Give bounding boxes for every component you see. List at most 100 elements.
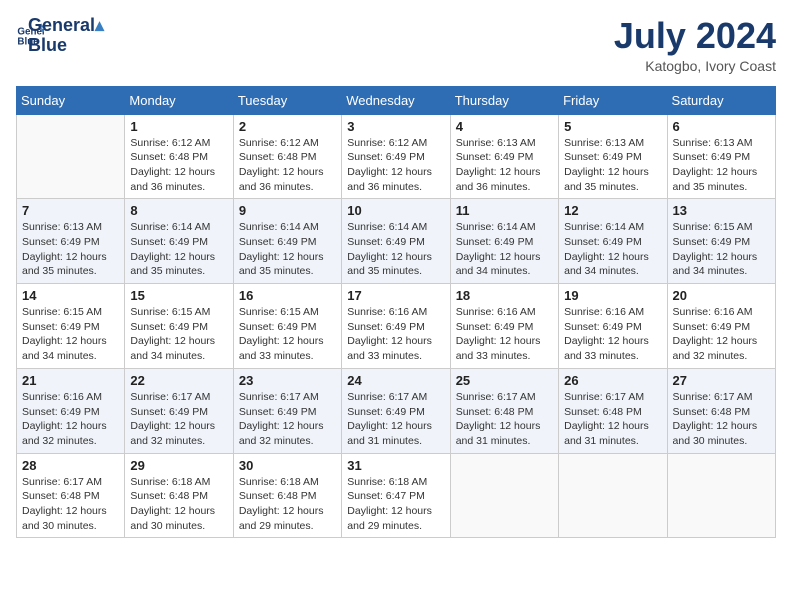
- calendar-cell: [559, 453, 667, 538]
- day-info: Sunrise: 6:15 AMSunset: 6:49 PMDaylight:…: [673, 220, 770, 279]
- calendar-header: SundayMondayTuesdayWednesdayThursdayFrid…: [17, 86, 776, 114]
- calendar-cell: 8 Sunrise: 6:14 AMSunset: 6:49 PMDaylight…: [125, 199, 233, 284]
- weekday-header: Wednesday: [342, 86, 450, 114]
- day-info: Sunrise: 6:16 AMSunset: 6:49 PMDaylight:…: [564, 305, 661, 364]
- calendar-cell: 25 Sunrise: 6:17 AMSunset: 6:48 PMDayligh…: [450, 368, 558, 453]
- calendar-week-row: 28 Sunrise: 6:17 AMSunset: 6:48 PMDayligh…: [17, 453, 776, 538]
- calendar-cell: 30Sunrise: 6:18 AMSunset: 6:48 PMDayligh…: [233, 453, 341, 538]
- day-number: 18: [456, 288, 553, 303]
- day-info: Sunrise: 6:15 AMSunset: 6:49 PMDaylight:…: [22, 305, 119, 364]
- calendar-cell: 14 Sunrise: 6:15 AMSunset: 6:49 PMDayligh…: [17, 284, 125, 369]
- calendar-body: 1 Sunrise: 6:12 AMSunset: 6:48 PMDaylight…: [17, 114, 776, 538]
- month-title: July 2024: [614, 16, 776, 56]
- day-info: Sunrise: 6:12 AMSunset: 6:49 PMDaylight:…: [347, 136, 444, 195]
- day-number: 28: [22, 458, 119, 473]
- day-number: 13: [673, 203, 770, 218]
- calendar-cell: 1Sunrise: 6:12 AMSunset: 6:48 PMDaylight…: [125, 114, 233, 199]
- day-number: 4: [456, 119, 553, 134]
- day-info: Sunrise: 6:16 AMSunset: 6:49 PMDaylight:…: [347, 305, 444, 364]
- day-info: Sunrise: 6:14 AMSunset: 6:49 PMDaylight:…: [130, 220, 227, 279]
- calendar-cell: 26 Sunrise: 6:17 AMSunset: 6:48 PMDayligh…: [559, 368, 667, 453]
- day-number: 23: [239, 373, 336, 388]
- calendar-cell: 28 Sunrise: 6:17 AMSunset: 6:48 PMDayligh…: [17, 453, 125, 538]
- weekday-header: Thursday: [450, 86, 558, 114]
- day-info: Sunrise: 6:17 AMSunset: 6:48 PMDaylight:…: [673, 390, 770, 449]
- day-info: Sunrise: 6:17 AMSunset: 6:49 PMDaylight:…: [239, 390, 336, 449]
- day-info: Sunrise: 6:16 AMSunset: 6:49 PMDaylight:…: [22, 390, 119, 449]
- calendar-cell: 9Sunrise: 6:14 AMSunset: 6:49 PMDaylight…: [233, 199, 341, 284]
- day-number: 5: [564, 119, 661, 134]
- calendar-cell: 18 Sunrise: 6:16 AMSunset: 6:49 PMDayligh…: [450, 284, 558, 369]
- calendar-week-row: 14 Sunrise: 6:15 AMSunset: 6:49 PMDayligh…: [17, 284, 776, 369]
- logo: General Blue General▴Blue: [16, 16, 104, 56]
- day-number: 1: [130, 119, 227, 134]
- day-number: 14: [22, 288, 119, 303]
- day-number: 22: [130, 373, 227, 388]
- day-info: Sunrise: 6:12 AMSunset: 6:48 PMDaylight:…: [239, 136, 336, 195]
- logo-text: General▴Blue: [28, 16, 104, 56]
- calendar-week-row: 1 Sunrise: 6:12 AMSunset: 6:48 PMDaylight…: [17, 114, 776, 199]
- day-number: 16: [239, 288, 336, 303]
- day-number: 8: [130, 203, 227, 218]
- calendar-cell: 5 Sunrise: 6:13 AMSunset: 6:49 PMDaylight…: [559, 114, 667, 199]
- day-number: 9: [239, 203, 336, 218]
- calendar-cell: [667, 453, 775, 538]
- day-info: Sunrise: 6:14 AMSunset: 6:49 PMDaylight:…: [564, 220, 661, 279]
- calendar-table: SundayMondayTuesdayWednesdayThursdayFrid…: [16, 86, 776, 539]
- calendar-cell: 23 Sunrise: 6:17 AMSunset: 6:49 PMDayligh…: [233, 368, 341, 453]
- day-info: Sunrise: 6:18 AMSunset: 6:48 PMDaylight:…: [130, 475, 227, 534]
- day-number: 12: [564, 203, 661, 218]
- calendar-cell: 27 Sunrise: 6:17 AMSunset: 6:48 PMDayligh…: [667, 368, 775, 453]
- calendar-week-row: 7 Sunrise: 6:13 AMSunset: 6:49 PMDaylight…: [17, 199, 776, 284]
- day-number: 3: [347, 119, 444, 134]
- day-number: 7: [22, 203, 119, 218]
- day-number: 29: [130, 458, 227, 473]
- day-number: 27: [673, 373, 770, 388]
- calendar-week-row: 21 Sunrise: 6:16 AMSunset: 6:49 PMDayligh…: [17, 368, 776, 453]
- weekday-header: Tuesday: [233, 86, 341, 114]
- day-number: 11: [456, 203, 553, 218]
- day-info: Sunrise: 6:13 AMSunset: 6:49 PMDaylight:…: [564, 136, 661, 195]
- calendar-cell: 10 Sunrise: 6:14 AMSunset: 6:49 PMDayligh…: [342, 199, 450, 284]
- calendar-cell: 13 Sunrise: 6:15 AMSunset: 6:49 PMDayligh…: [667, 199, 775, 284]
- calendar-cell: 17Sunrise: 6:16 AMSunset: 6:49 PMDayligh…: [342, 284, 450, 369]
- day-number: 24: [347, 373, 444, 388]
- day-number: 15: [130, 288, 227, 303]
- weekday-header: Saturday: [667, 86, 775, 114]
- calendar-cell: 29 Sunrise: 6:18 AMSunset: 6:48 PMDayligh…: [125, 453, 233, 538]
- day-info: Sunrise: 6:16 AMSunset: 6:49 PMDaylight:…: [673, 305, 770, 364]
- calendar-cell: 4Sunrise: 6:13 AMSunset: 6:49 PMDaylight…: [450, 114, 558, 199]
- calendar-cell: [450, 453, 558, 538]
- calendar-cell: 19 Sunrise: 6:16 AMSunset: 6:49 PMDayligh…: [559, 284, 667, 369]
- calendar-cell: 11Sunrise: 6:14 AMSunset: 6:49 PMDayligh…: [450, 199, 558, 284]
- day-info: Sunrise: 6:17 AMSunset: 6:48 PMDaylight:…: [22, 475, 119, 534]
- calendar-cell: 31Sunrise: 6:18 AMSunset: 6:47 PMDayligh…: [342, 453, 450, 538]
- calendar-cell: 6Sunrise: 6:13 AMSunset: 6:49 PMDaylight…: [667, 114, 775, 199]
- day-info: Sunrise: 6:17 AMSunset: 6:48 PMDaylight:…: [456, 390, 553, 449]
- day-number: 19: [564, 288, 661, 303]
- location: Katogbo, Ivory Coast: [614, 58, 776, 74]
- calendar-cell: [17, 114, 125, 199]
- day-info: Sunrise: 6:13 AMSunset: 6:49 PMDaylight:…: [673, 136, 770, 195]
- day-info: Sunrise: 6:17 AMSunset: 6:49 PMDaylight:…: [347, 390, 444, 449]
- page-header: General Blue General▴Blue July 2024 Kato…: [16, 16, 776, 74]
- calendar-cell: 15 Sunrise: 6:15 AMSunset: 6:49 PMDayligh…: [125, 284, 233, 369]
- day-number: 30: [239, 458, 336, 473]
- day-info: Sunrise: 6:17 AMSunset: 6:48 PMDaylight:…: [564, 390, 661, 449]
- calendar-cell: 21 Sunrise: 6:16 AMSunset: 6:49 PMDayligh…: [17, 368, 125, 453]
- day-number: 10: [347, 203, 444, 218]
- day-info: Sunrise: 6:15 AMSunset: 6:49 PMDaylight:…: [130, 305, 227, 364]
- calendar-cell: 2Sunrise: 6:12 AMSunset: 6:48 PMDaylight…: [233, 114, 341, 199]
- calendar-cell: 20 Sunrise: 6:16 AMSunset: 6:49 PMDayligh…: [667, 284, 775, 369]
- weekday-header: Monday: [125, 86, 233, 114]
- day-info: Sunrise: 6:13 AMSunset: 6:49 PMDaylight:…: [22, 220, 119, 279]
- day-info: Sunrise: 6:15 AMSunset: 6:49 PMDaylight:…: [239, 305, 336, 364]
- day-info: Sunrise: 6:16 AMSunset: 6:49 PMDaylight:…: [456, 305, 553, 364]
- day-number: 26: [564, 373, 661, 388]
- calendar-cell: 7 Sunrise: 6:13 AMSunset: 6:49 PMDaylight…: [17, 199, 125, 284]
- day-number: 21: [22, 373, 119, 388]
- day-info: Sunrise: 6:14 AMSunset: 6:49 PMDaylight:…: [347, 220, 444, 279]
- calendar-cell: 12 Sunrise: 6:14 AMSunset: 6:49 PMDayligh…: [559, 199, 667, 284]
- day-number: 20: [673, 288, 770, 303]
- day-number: 25: [456, 373, 553, 388]
